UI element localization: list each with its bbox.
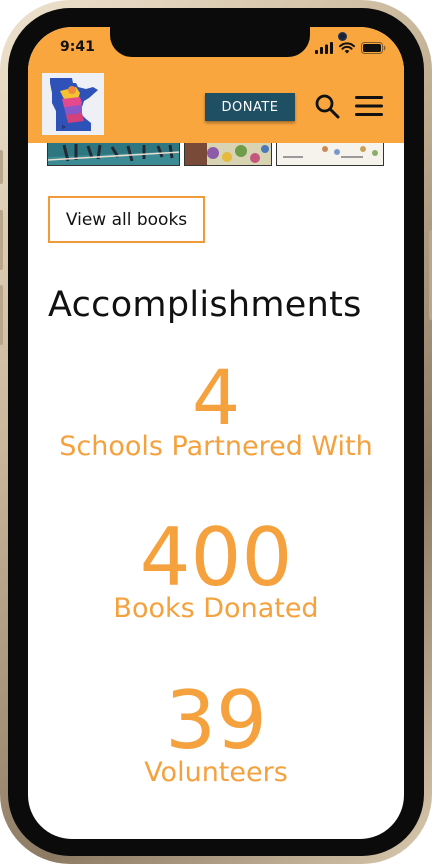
stat-label-volunteers: Volunteers bbox=[144, 757, 288, 788]
stat-label-books: Books Donated bbox=[113, 593, 319, 624]
wifi-icon bbox=[339, 42, 355, 54]
book-cover[interactable] bbox=[47, 143, 180, 166]
stat-label-schools: Schools Partnered With bbox=[59, 431, 373, 462]
svg-text:Ꝥ: Ꝥ bbox=[62, 125, 65, 131]
mute-switch bbox=[0, 150, 3, 184]
donate-button[interactable]: DONATE bbox=[205, 93, 295, 121]
book-cover[interactable] bbox=[276, 143, 384, 166]
book-cover-art bbox=[277, 143, 383, 165]
stat-value-schools: 4 bbox=[191, 353, 241, 442]
view-all-books-button[interactable]: View all books bbox=[48, 196, 205, 243]
search-icon[interactable] bbox=[314, 93, 340, 119]
volume-down-button bbox=[0, 285, 3, 345]
phone-screen: 9:41 Ꝥ DONATE View all books Accomplishm… bbox=[28, 27, 404, 839]
book-carousel bbox=[47, 143, 385, 167]
battery-icon bbox=[361, 42, 386, 54]
book-cover-art bbox=[185, 143, 271, 165]
section-title-accomplishments: Accomplishments bbox=[48, 285, 362, 325]
front-camera bbox=[338, 32, 347, 41]
site-header: 9:41 Ꝥ DONATE bbox=[28, 27, 404, 143]
minnesota-map-logo-icon: Ꝥ bbox=[42, 73, 104, 135]
volume-up-button bbox=[0, 210, 3, 270]
status-icons bbox=[315, 42, 386, 54]
stat-value-volunteers: 39 bbox=[165, 674, 267, 767]
cellular-signal-icon bbox=[315, 42, 333, 54]
book-cover[interactable] bbox=[184, 143, 272, 166]
book-cover-art bbox=[48, 143, 179, 165]
device-notch bbox=[110, 27, 347, 57]
hamburger-menu-icon[interactable] bbox=[355, 95, 383, 117]
site-logo[interactable]: Ꝥ bbox=[42, 73, 104, 135]
stat-value-books: 400 bbox=[139, 511, 293, 604]
status-time: 9:41 bbox=[60, 39, 95, 55]
